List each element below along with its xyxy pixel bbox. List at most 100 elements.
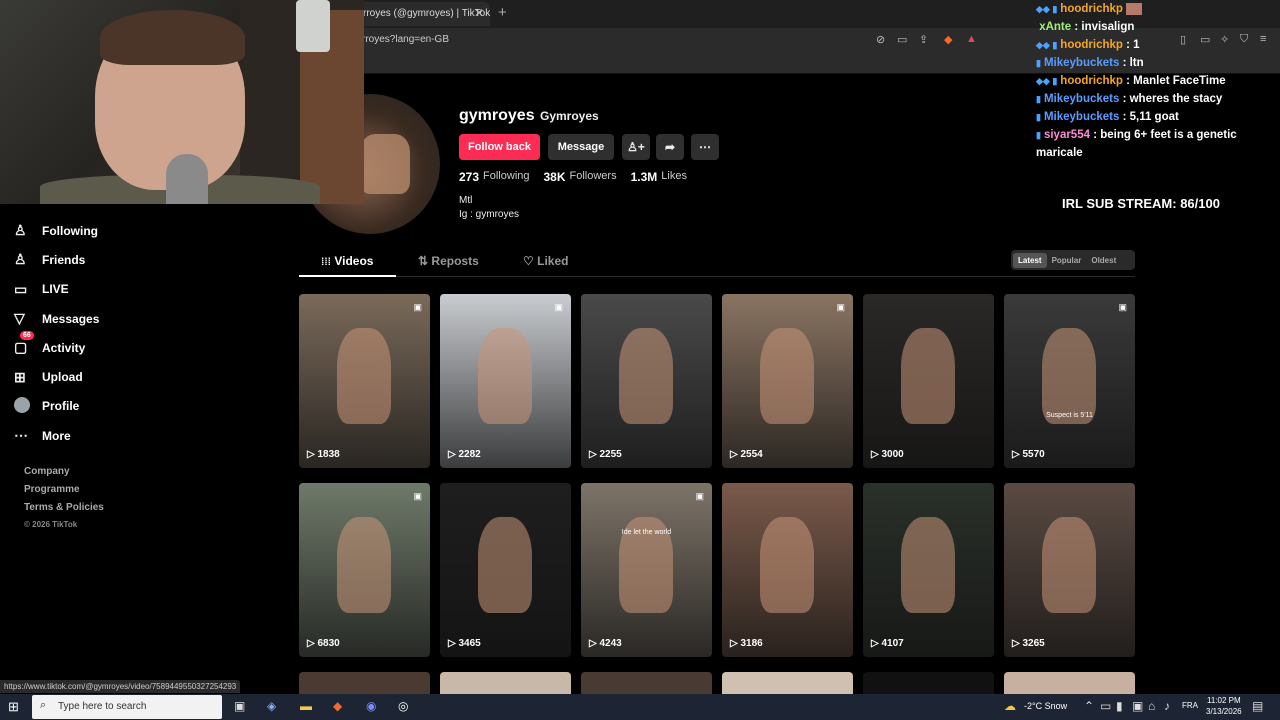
followers-count[interactable]: 38K: [544, 170, 566, 184]
bio-line: Ig : gymroyes: [459, 209, 520, 220]
windows-start-icon[interactable]: ⊞: [8, 699, 19, 715]
reader-icon[interactable]: ⊘: [876, 33, 885, 46]
play-icon: ▷: [448, 449, 459, 460]
notifications-icon[interactable]: ▤: [1252, 699, 1263, 713]
sort-popular[interactable]: Popular: [1047, 253, 1087, 268]
video-card[interactable]: ▣ ▷ 1838: [299, 294, 430, 468]
browser-tab[interactable]: rroyes (@gymroyes) | TikTok ✕: [355, 2, 490, 26]
video-card[interactable]: ▷ 4107: [863, 483, 994, 657]
photo-carousel-icon: ▣: [1118, 302, 1127, 312]
share-button[interactable]: ➦: [656, 134, 684, 160]
tray-icon[interactable]: ▭: [1100, 699, 1111, 713]
search-placeholder: Type here to search: [58, 701, 147, 712]
microphone-icon[interactable]: ▮: [1116, 699, 1123, 713]
sidebar-item-label: More: [42, 428, 71, 443]
more-options-button[interactable]: ⋯: [691, 134, 719, 160]
add-friend-button[interactable]: ♙+: [622, 134, 650, 160]
photo-carousel-icon: ▣: [554, 302, 563, 312]
view-count-value: 6830: [317, 638, 340, 649]
view-count: ▷ 6830: [307, 638, 340, 649]
play-icon: ▷: [1012, 638, 1023, 649]
view-count: ▷ 2255: [589, 449, 622, 460]
sidebar-item-profile[interactable]: Profile: [14, 392, 164, 421]
sidebar-item-following[interactable]: ♙ Following: [14, 216, 164, 245]
video-card[interactable]: ▷ 2255: [581, 294, 712, 468]
weather-text[interactable]: -2°C Snow: [1024, 701, 1067, 711]
more-icon: ⋯: [14, 427, 28, 444]
video-card-partial[interactable]: [581, 672, 712, 694]
content-tabs: ⁞⁞⁞ Videos ⇅ Reposts ♡ Liked: [299, 251, 1135, 277]
sidebar-item-upload[interactable]: ⊞ Upload: [14, 362, 164, 391]
chat-message: ▮ Mikeybuckets : 5,11 goat: [1036, 111, 1179, 123]
file-explorer-icon[interactable]: ▬: [300, 699, 312, 713]
screen-icon[interactable]: ▭: [897, 33, 907, 46]
system-clock[interactable]: 11:02 PM 3/13/2026: [1206, 695, 1242, 717]
video-card[interactable]: ▣ Ide let the world ▷ 4243: [581, 483, 712, 657]
view-count: ▷ 4107: [871, 638, 904, 649]
clock-date: 3/13/2026: [1206, 707, 1242, 716]
tab-liked[interactable]: ♡ Liked: [523, 254, 568, 268]
tab-videos[interactable]: ⁞⁞⁞ Videos: [321, 254, 373, 268]
view-count-value: 2554: [740, 449, 763, 460]
sidebar-item-more[interactable]: ⋯ More: [14, 421, 164, 450]
sidebar-item-messages[interactable]: ▽ Messages: [14, 304, 164, 333]
view-count: ▷ 4243: [589, 638, 622, 649]
close-icon[interactable]: ✕: [474, 6, 484, 20]
photo-carousel-icon: ▣: [695, 491, 704, 501]
video-card-partial[interactable]: [1004, 672, 1135, 694]
share-icon[interactable]: ⇪: [919, 33, 928, 46]
video-card[interactable]: ▣ ▷ 2554: [722, 294, 853, 468]
avatar: [14, 396, 42, 416]
sort-oldest[interactable]: Oldest: [1086, 253, 1121, 268]
video-card[interactable]: ▷ 3465: [440, 483, 571, 657]
play-icon: ▷: [730, 638, 741, 649]
copilot-icon[interactable]: ◈: [267, 699, 276, 713]
taskbar-search[interactable]: ⌕ Type here to search: [32, 695, 222, 719]
tab-reposts[interactable]: ⇅ Reposts: [418, 254, 479, 268]
video-card[interactable]: ▷ 3186: [722, 483, 853, 657]
brave-icon[interactable]: ◆: [333, 699, 342, 713]
sidebar-item-activity[interactable]: ▢ 66 Activity: [14, 331, 164, 362]
video-card[interactable]: ▷ 3000: [863, 294, 994, 468]
sort-latest[interactable]: Latest: [1013, 252, 1047, 268]
network-icon[interactable]: ⌂: [1148, 699, 1155, 713]
chat-username: hoodrichkp: [1060, 75, 1123, 87]
follow-back-button[interactable]: Follow back: [459, 134, 540, 160]
video-card[interactable]: ▣ Suspect is 5'11 ▷ 5570: [1004, 294, 1135, 468]
new-tab-button[interactable]: +: [498, 4, 507, 21]
video-card[interactable]: ▷ 3265: [1004, 483, 1135, 657]
tray-icon[interactable]: ▣: [1132, 699, 1143, 713]
footer-link-company[interactable]: Company: [24, 466, 104, 484]
followers-label[interactable]: Followers: [570, 170, 617, 184]
footer-link-terms[interactable]: Terms & Policies: [24, 502, 104, 520]
footer-link-programme[interactable]: Programme: [24, 484, 104, 502]
volume-icon[interactable]: ♪: [1164, 699, 1170, 713]
view-count: ▷ 3186: [730, 638, 763, 649]
discord-icon[interactable]: ◉: [366, 699, 376, 713]
chevron-up-icon[interactable]: ⌃: [1084, 699, 1094, 713]
task-view-icon[interactable]: ▣: [234, 699, 245, 713]
profile-bio: Mtl Ig : gymroyes: [459, 194, 519, 222]
message-button[interactable]: Message: [548, 134, 614, 160]
chat-message: ▮ Mikeybuckets : ltn: [1036, 57, 1144, 69]
video-card-partial[interactable]: [863, 672, 994, 694]
view-count-value: 3186: [740, 638, 763, 649]
following-count[interactable]: 273: [459, 170, 479, 184]
video-card-partial[interactable]: [722, 672, 853, 694]
brave-shield-icon[interactable]: ◆: [944, 33, 952, 46]
sidebar-item-friends[interactable]: ♙ Friends: [14, 245, 164, 274]
video-thumbnail-figure: [478, 517, 532, 613]
obs-icon[interactable]: ◎: [398, 699, 408, 713]
video-thumbnail-figure: [337, 517, 391, 613]
video-card[interactable]: ▣ ▷ 6830: [299, 483, 430, 657]
video-card-partial[interactable]: [299, 672, 430, 694]
play-icon: ▷: [1012, 449, 1023, 460]
video-card-partial[interactable]: [440, 672, 571, 694]
video-card[interactable]: ▣ ▷ 2282: [440, 294, 571, 468]
url-field[interactable]: rroyes?lang=en-GB: [362, 34, 449, 45]
sidebar-item-label: Messages: [42, 311, 100, 326]
sidebar-item-live[interactable]: ▭ LIVE: [14, 275, 164, 304]
rewards-icon[interactable]: ▲: [966, 33, 977, 45]
input-language[interactable]: FRA: [1182, 701, 1198, 710]
following-label[interactable]: Following: [483, 170, 529, 184]
